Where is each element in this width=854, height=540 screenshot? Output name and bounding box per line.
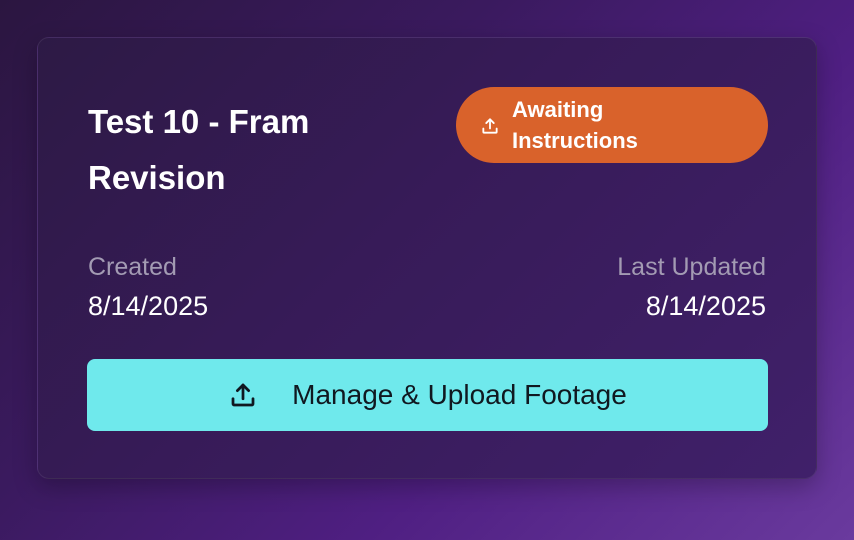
status-badge-label: Awaiting Instructions: [512, 97, 638, 153]
upload-icon: [228, 380, 258, 410]
status-badge: Awaiting Instructions: [456, 87, 768, 163]
project-title: Test 10 - Fram Revision: [88, 103, 310, 196]
created-date: 8/14/2025: [88, 291, 209, 321]
created-label: Created: [88, 253, 177, 281]
manage-upload-footage-label: Manage & Upload Footage: [292, 379, 627, 410]
manage-upload-footage-button[interactable]: Manage & Upload Footage: [87, 359, 768, 431]
upload-icon: [480, 116, 500, 136]
last-updated-label: Last Updated: [617, 253, 766, 281]
project-card: Test 10 - Fram Revision Awaiting Instruc…: [37, 37, 817, 479]
last-updated-date: 8/14/2025: [645, 291, 766, 321]
